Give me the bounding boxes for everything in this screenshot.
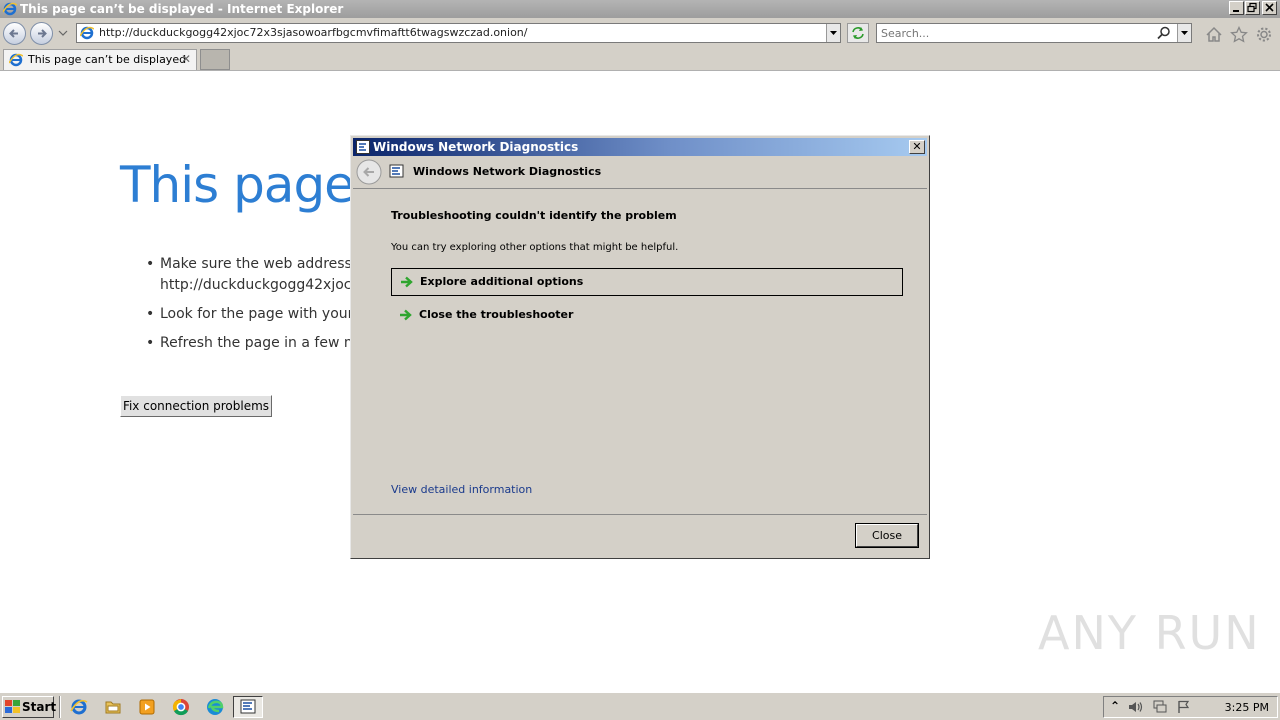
search-dropdown-icon[interactable]: [1177, 24, 1191, 42]
favorites-star-icon[interactable]: [1230, 26, 1248, 43]
minimize-button[interactable]: [1229, 1, 1244, 15]
green-arrow-icon: [400, 276, 414, 288]
tab-close-icon[interactable]: ✕: [181, 52, 191, 66]
new-tab-button[interactable]: [200, 49, 230, 70]
bullet-item: • Make sure the web address: [146, 256, 352, 272]
dialog-footer: Close: [353, 515, 927, 556]
taskbar: Start ⌃ 3:25 PM: [0, 692, 1280, 720]
window-close-button[interactable]: [1262, 1, 1277, 15]
window-title: This page can’t be displayed - Internet …: [20, 2, 344, 16]
refresh-button[interactable]: [847, 23, 869, 43]
bullet-text: Refresh the page in a few mi: [160, 335, 362, 351]
window-titlebar: This page can’t be displayed - Internet …: [0, 0, 1280, 18]
option-label: Explore additional options: [420, 275, 584, 288]
diagnostics-app-icon: [356, 140, 370, 154]
bullet-text: Make sure the web address: [160, 256, 352, 272]
network-icon[interactable]: [1152, 700, 1168, 714]
page-icon: [80, 26, 94, 40]
option-label: Close the troubleshooter: [419, 308, 574, 321]
address-bar[interactable]: http://duckduckgogg42xjoc72x3sjasowoarfb…: [76, 23, 841, 43]
taskbar-diagnostics-icon[interactable]: [233, 696, 263, 718]
taskbar-separator: [59, 696, 61, 718]
clock: 3:25 PM: [1224, 701, 1269, 714]
tab-current[interactable]: This page can’t be displayed ✕: [3, 49, 197, 70]
forward-button[interactable]: [30, 22, 53, 45]
restore-button[interactable]: [1245, 1, 1260, 15]
bullet-item-continuation: http://duckduckgogg42xjoc7: [160, 277, 360, 293]
address-dropdown-icon[interactable]: [826, 24, 840, 42]
tab-label: This page can’t be displayed: [28, 53, 187, 66]
volume-icon[interactable]: [1128, 700, 1144, 714]
navigation-bar: http://duckduckgogg42xjoc72x3sjasowoarfb…: [0, 18, 1280, 48]
search-box[interactable]: [876, 23, 1192, 43]
windows-logo-icon: [5, 700, 20, 714]
bullet-item: • Refresh the page in a few mi: [146, 335, 362, 351]
home-icon[interactable]: [1205, 26, 1223, 43]
bullet-dot: •: [146, 306, 155, 322]
bullet-text: Look for the page with your: [160, 306, 354, 322]
tray-expand-icon[interactable]: ⌃: [1110, 699, 1120, 713]
bullet-text: http://duckduckgogg42xjoc7: [160, 277, 361, 293]
bullet-dot: •: [146, 335, 155, 351]
dialog-close-x-button[interactable]: ✕: [909, 140, 925, 154]
dialog-title: Windows Network Diagnostics: [373, 140, 579, 154]
dialog-back-button[interactable]: [356, 159, 382, 185]
dialog-description: You can try exploring other options that…: [391, 242, 679, 253]
search-icon[interactable]: [1157, 26, 1171, 40]
close-button[interactable]: Close: [855, 523, 919, 548]
taskbar-explorer-icon[interactable]: [98, 696, 128, 718]
dialog-body: Troubleshooting couldn't identify the pr…: [353, 188, 927, 515]
dialog-header-icon: [389, 164, 405, 180]
bullet-dot: •: [146, 256, 155, 272]
taskbar-media-player-icon[interactable]: [132, 696, 162, 718]
dialog-titlebar: Windows Network Diagnostics ✕: [353, 138, 927, 156]
settings-gear-icon[interactable]: [1255, 26, 1273, 43]
close-troubleshooter-button[interactable]: Close the troubleshooter: [391, 302, 903, 330]
fix-connection-button[interactable]: Fix connection problems: [120, 395, 272, 417]
view-details-link[interactable]: View detailed information: [391, 483, 532, 496]
taskbar-ie-icon[interactable]: [64, 696, 94, 718]
watermark: ANY RUN: [1038, 606, 1261, 660]
green-arrow-icon: [399, 309, 413, 321]
system-tray: ⌃ 3:25 PM: [1103, 696, 1278, 718]
action-center-flag-icon[interactable]: [1176, 700, 1192, 714]
tab-bar: This page can’t be displayed ✕: [0, 48, 1280, 71]
search-input[interactable]: [879, 25, 1153, 41]
taskbar-edge-icon[interactable]: [200, 696, 230, 718]
back-button[interactable]: [3, 22, 26, 45]
history-dropdown-icon[interactable]: [58, 28, 68, 38]
tab-ie-icon: [9, 53, 23, 67]
dialog-heading: Troubleshooting couldn't identify the pr…: [391, 209, 677, 222]
dialog-header-title: Windows Network Diagnostics: [413, 165, 602, 178]
explore-options-button[interactable]: Explore additional options: [391, 268, 903, 296]
start-label: Start: [22, 700, 57, 714]
taskbar-chrome-icon[interactable]: [166, 696, 196, 718]
start-button[interactable]: Start: [2, 696, 57, 718]
network-diagnostics-dialog: Windows Network Diagnostics ✕ Windows Ne…: [350, 135, 930, 559]
address-url: http://duckduckgogg42xjoc72x3sjasowoarfb…: [99, 26, 528, 39]
ie-logo-icon: [3, 2, 17, 16]
dialog-header: Windows Network Diagnostics: [353, 156, 927, 188]
bullet-item: • Look for the page with your: [146, 306, 354, 322]
